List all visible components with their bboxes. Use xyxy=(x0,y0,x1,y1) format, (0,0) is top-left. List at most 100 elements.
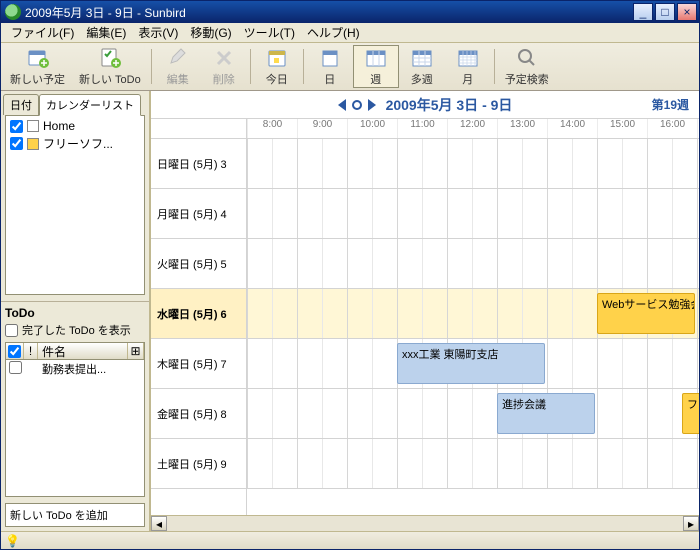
goto-today-button[interactable] xyxy=(352,100,362,110)
week-number-label: 第19週 xyxy=(652,96,689,113)
menubar: ファイル(F) 編集(E) 表示(V) 移動(G) ツール(T) ヘルプ(H) xyxy=(1,23,699,43)
minimize-button[interactable]: _ xyxy=(633,3,653,21)
scroll-right-button[interactable]: ▸ xyxy=(683,516,699,531)
horizontal-scrollbar[interactable]: ◂ ▸ xyxy=(151,515,699,531)
tab-calendar-list[interactable]: カレンダーリスト xyxy=(39,94,141,116)
hour-label: 9:00 xyxy=(297,119,347,138)
todo-col-title[interactable]: 件名 xyxy=(38,343,128,359)
day-labels-column: 日曜日 (5月) 3月曜日 (5月) 4火曜日 (5月) 5水曜日 (5月) 6… xyxy=(151,119,247,515)
todo-item-title: 勤務表提出... xyxy=(38,361,110,377)
multiweek-button[interactable]: 多週 xyxy=(399,45,445,88)
edit-button: 編集 xyxy=(155,45,201,88)
day-label: 金曜日 (5月) 8 xyxy=(151,389,246,439)
todo-col-select[interactable] xyxy=(8,345,21,358)
calendar-freesoft-checkbox[interactable] xyxy=(10,137,23,150)
calendar-event[interactable]: Webサービス勉強会 xyxy=(597,293,695,334)
sidebar: 日付 カレンダーリスト Home フリーソフ... ToDo xyxy=(1,91,151,531)
calendar-header: 2009年5月 3日 - 9日 第19週 xyxy=(151,91,699,119)
todo-col-picker[interactable]: ⊞ xyxy=(128,343,144,359)
day-icon xyxy=(318,46,342,70)
calendar-home-color xyxy=(27,120,39,132)
grid-row[interactable] xyxy=(247,239,699,289)
today-button[interactable]: 今日 xyxy=(254,45,300,88)
time-grid[interactable]: 8:009:0010:0011:0012:0013:0014:0015:0016… xyxy=(247,119,699,515)
tab-date[interactable]: 日付 xyxy=(3,94,39,115)
hour-header: 8:009:0010:0011:0012:0013:0014:0015:0016… xyxy=(247,119,699,139)
calendar-view: 2009年5月 3日 - 9日 第19週 日曜日 (5月) 3月曜日 (5月) … xyxy=(151,91,699,531)
today-icon xyxy=(265,46,289,70)
close-button[interactable]: × xyxy=(677,3,697,21)
week-view-button[interactable]: 週 xyxy=(353,45,399,88)
menu-edit[interactable]: 編集(E) xyxy=(80,22,132,43)
calendar-item-home[interactable]: Home xyxy=(8,118,142,134)
delete-button: 削除 xyxy=(201,45,247,88)
day-view-button[interactable]: 日 xyxy=(307,45,353,88)
grid-row[interactable]: xxx工業 東陽町支店 xyxy=(247,339,699,389)
calendar-freesoft-color xyxy=(27,138,39,150)
date-range-label: 2009年5月 3日 - 9日 xyxy=(386,95,513,115)
grid-row[interactable] xyxy=(247,439,699,489)
show-completed-label: 完了した ToDo を表示 xyxy=(22,322,131,338)
titlebar[interactable]: 2009年5月 3日 - 9日 - Sunbird _ □ × xyxy=(1,1,699,23)
hour-label: 8:00 xyxy=(247,119,297,138)
delete-icon xyxy=(212,46,236,70)
maximize-button[interactable]: □ xyxy=(655,3,675,21)
prev-week-button[interactable] xyxy=(338,99,346,111)
menu-tools[interactable]: ツール(T) xyxy=(238,22,301,43)
todo-pane: ToDo 完了した ToDo を表示 ! 件名 ⊞ 勤務表提出... xyxy=(1,301,149,531)
new-todo-button[interactable]: 新しい ToDo xyxy=(72,45,148,88)
day-label: 木曜日 (5月) 7 xyxy=(151,339,246,389)
show-completed-checkbox[interactable] xyxy=(5,324,18,337)
calendar-item-freesoft[interactable]: フリーソフ... xyxy=(8,134,142,153)
todo-title: ToDo xyxy=(5,306,145,320)
menu-go[interactable]: 移動(G) xyxy=(184,22,237,43)
calendar-list: Home フリーソフ... xyxy=(5,115,145,295)
grid-row[interactable]: Webサービス勉強会 xyxy=(247,289,699,339)
edit-icon xyxy=(166,46,190,70)
multiweek-icon xyxy=(410,46,434,70)
search-icon xyxy=(515,46,539,70)
day-label: 日曜日 (5月) 3 xyxy=(151,139,246,189)
add-todo-input[interactable]: 新しい ToDo を追加 xyxy=(5,503,145,527)
grid-row[interactable] xyxy=(247,139,699,189)
next-week-button[interactable] xyxy=(368,99,376,111)
menu-help[interactable]: ヘルプ(H) xyxy=(301,22,366,43)
month-icon xyxy=(456,46,480,70)
toolbar: 新しい予定 新しい ToDo 編集 削除 今日 xyxy=(1,43,699,91)
day-label: 水曜日 (5月) 6 xyxy=(151,289,246,339)
search-button[interactable]: 予定検索 xyxy=(498,45,556,88)
todo-header: ! 件名 ⊞ xyxy=(5,342,145,360)
calendar-event[interactable]: フリーソ xyxy=(682,393,699,434)
new-event-icon xyxy=(26,46,50,70)
new-event-button[interactable]: 新しい予定 xyxy=(3,45,72,88)
month-view-button[interactable]: 月 xyxy=(445,45,491,88)
calendar-event[interactable]: 進捗会議 xyxy=(497,393,595,434)
todo-item[interactable]: 勤務表提出... xyxy=(6,360,144,378)
new-todo-icon xyxy=(98,46,122,70)
statusbar: 💡 xyxy=(1,531,699,549)
hour-label: 11:00 xyxy=(397,119,447,138)
todo-item-checkbox[interactable] xyxy=(9,361,22,374)
hour-label: 13:00 xyxy=(497,119,547,138)
menu-file[interactable]: ファイル(F) xyxy=(5,22,80,43)
day-label: 土曜日 (5月) 9 xyxy=(151,439,246,489)
hour-label: 10:00 xyxy=(347,119,397,138)
week-icon xyxy=(364,46,388,70)
calendar-event[interactable]: xxx工業 東陽町支店 xyxy=(397,343,545,384)
hour-label: 17 xyxy=(697,119,699,138)
calendar-home-checkbox[interactable] xyxy=(10,120,23,133)
hour-label: 15:00 xyxy=(597,119,647,138)
day-label: 月曜日 (5月) 4 xyxy=(151,189,246,239)
window-title: 2009年5月 3日 - 9日 - Sunbird xyxy=(25,4,186,21)
grid-row[interactable]: 進捗会議 フリーソ xyxy=(247,389,699,439)
todo-col-priority[interactable]: ! xyxy=(24,343,38,359)
hour-label: 14:00 xyxy=(547,119,597,138)
grid-row[interactable] xyxy=(247,189,699,239)
tip-icon: 💡 xyxy=(5,534,20,548)
todo-list: 勤務表提出... xyxy=(5,360,145,497)
menu-view[interactable]: 表示(V) xyxy=(132,22,184,43)
hour-label: 16:00 xyxy=(647,119,697,138)
day-label: 火曜日 (5月) 5 xyxy=(151,239,246,289)
app-icon xyxy=(5,4,21,20)
scroll-left-button[interactable]: ◂ xyxy=(151,516,167,531)
